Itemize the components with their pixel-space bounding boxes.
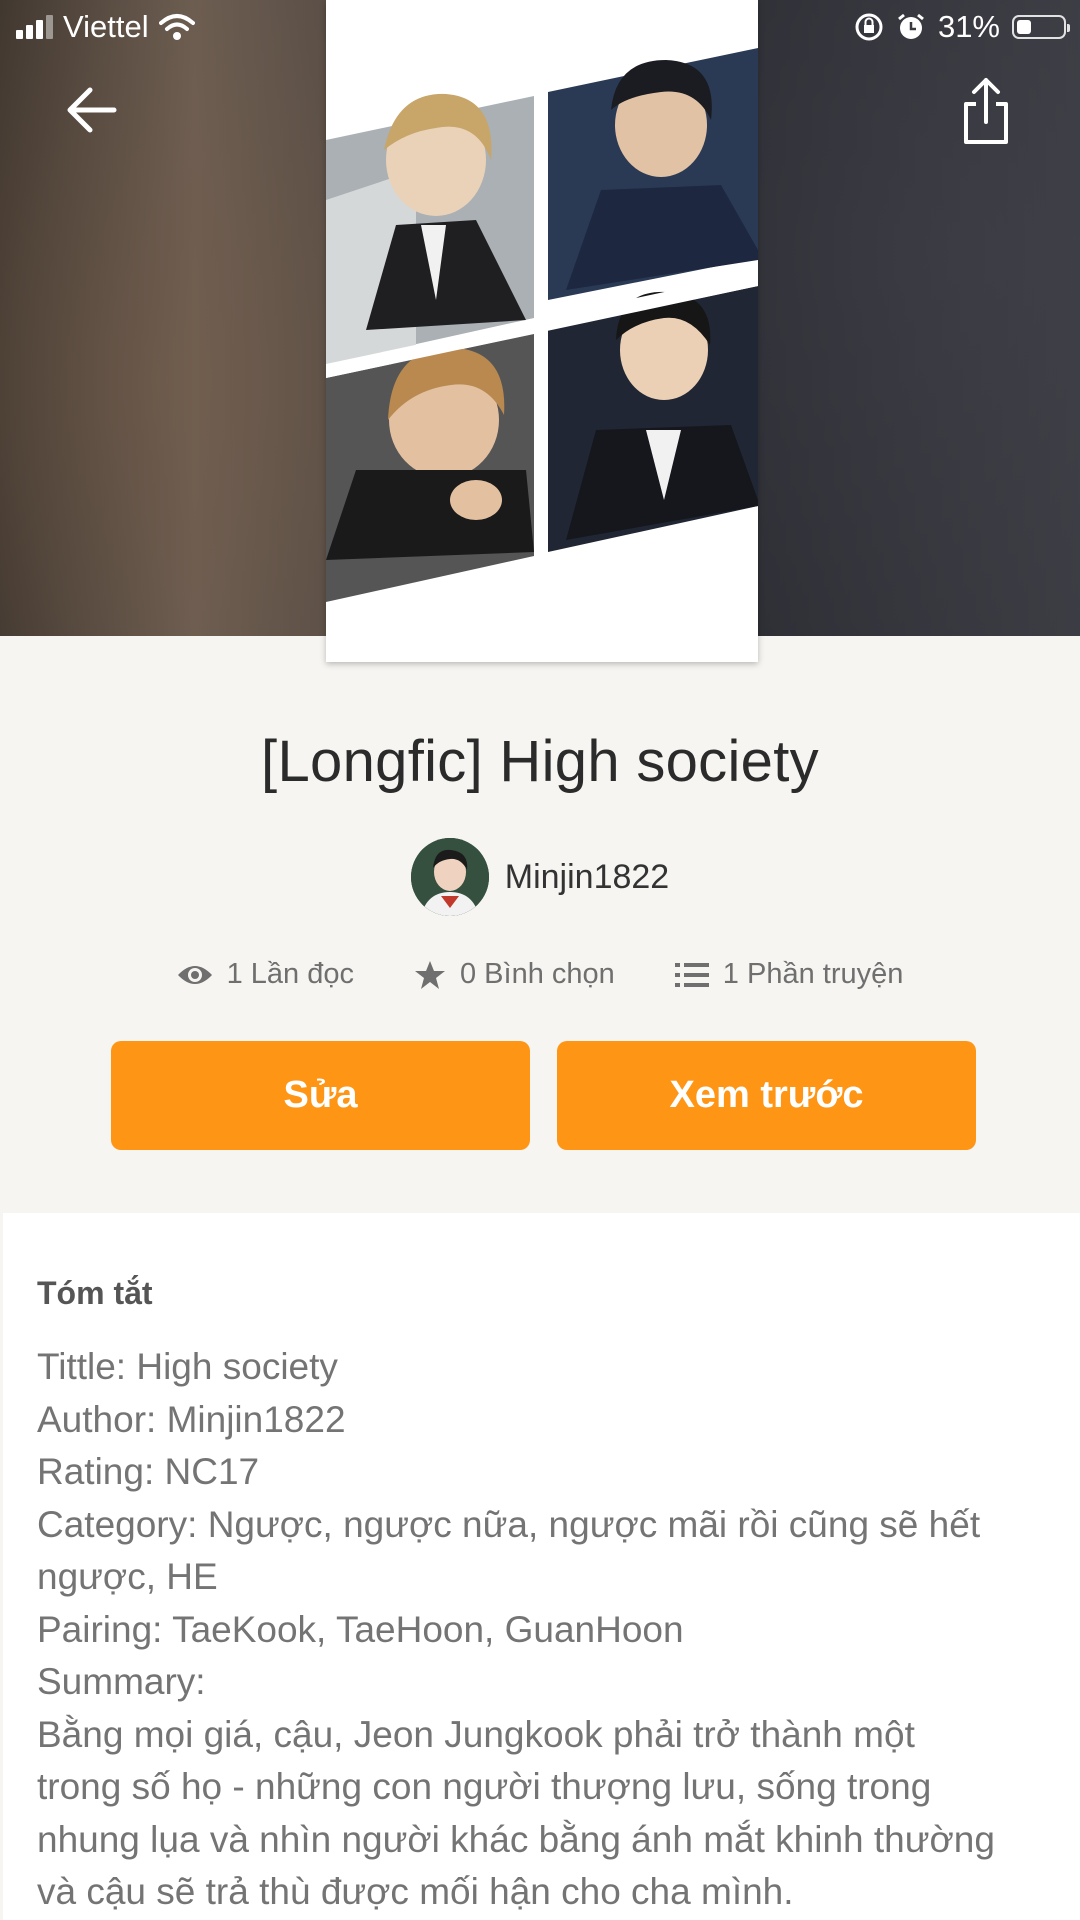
- summary-line: trong số họ - những con người thượng lưu…: [37, 1766, 932, 1807]
- reads-stat: 1 Lần đọc: [177, 958, 354, 991]
- status-bar: Viettel 31%: [0, 0, 1080, 54]
- reads-count: 1 Lần đọc: [226, 958, 354, 990]
- story-title: [Longfic] High society: [261, 729, 819, 794]
- wifi-icon: [158, 14, 195, 40]
- story-cover-image: [326, 0, 758, 662]
- parts-count[interactable]: 1 Phần truyện: [723, 958, 904, 991]
- author-row[interactable]: Minjin1822: [0, 838, 1080, 916]
- summary-text: Tittle: High society Author: Minjin1822 …: [37, 1341, 1047, 1919]
- star-icon: [415, 960, 445, 989]
- rotation-lock-icon: [855, 13, 883, 41]
- battery-icon: [1012, 15, 1070, 39]
- parts-stat[interactable]: 1 Phần truyện: [674, 958, 904, 991]
- summary-heading: Tóm tắt: [37, 1275, 153, 1311]
- summary-line: Author: Minjin1822: [37, 1398, 346, 1440]
- summary-line: và cậu sẽ trả thù được mối hận cho cha m…: [37, 1871, 794, 1912]
- summary-line: nhung lụa và nhìn người khác bằng ánh mắ…: [37, 1818, 995, 1860]
- edit-button[interactable]: Sửa: [111, 1041, 530, 1150]
- alarm-icon: [898, 13, 924, 39]
- carrier-label: Viettel: [63, 9, 149, 44]
- summary-line: Category: Ngược, ngược nữa, ngược mãi rồ…: [37, 1503, 981, 1545]
- signal-icon: [16, 15, 53, 39]
- preview-button[interactable]: Xem trước: [557, 1041, 976, 1150]
- summary-line: Rating: NC17: [37, 1451, 260, 1492]
- summary-line: Pairing: TaeKook, TaeHoon, GuanHoon: [37, 1608, 684, 1650]
- back-arrow-icon[interactable]: [62, 80, 122, 140]
- votes-count: 0 Bình chọn: [460, 958, 615, 990]
- author-avatar[interactable]: [410, 838, 489, 916]
- summary-card: Tóm tắt Tittle: High society Author: Min…: [3, 1213, 1080, 1920]
- eye-icon: [177, 965, 212, 984]
- list-icon: [674, 962, 709, 987]
- author-name[interactable]: Minjin1822: [505, 858, 669, 897]
- votes-stat: 0 Bình chọn: [414, 958, 615, 991]
- summary-line: Summary:: [37, 1661, 206, 1702]
- share-icon[interactable]: [958, 76, 1014, 146]
- summary-line: ngược, HE: [37, 1556, 218, 1597]
- story-stats: 1 Lần đọc 0 Bình chọn 1 Phần truyện: [0, 958, 1080, 991]
- summary-line: Tittle: High society: [37, 1346, 338, 1387]
- summary-line: Bằng mọi giá, cậu, Jeon Jungkook phải tr…: [37, 1713, 915, 1755]
- battery-percent: 31%: [937, 9, 1000, 44]
